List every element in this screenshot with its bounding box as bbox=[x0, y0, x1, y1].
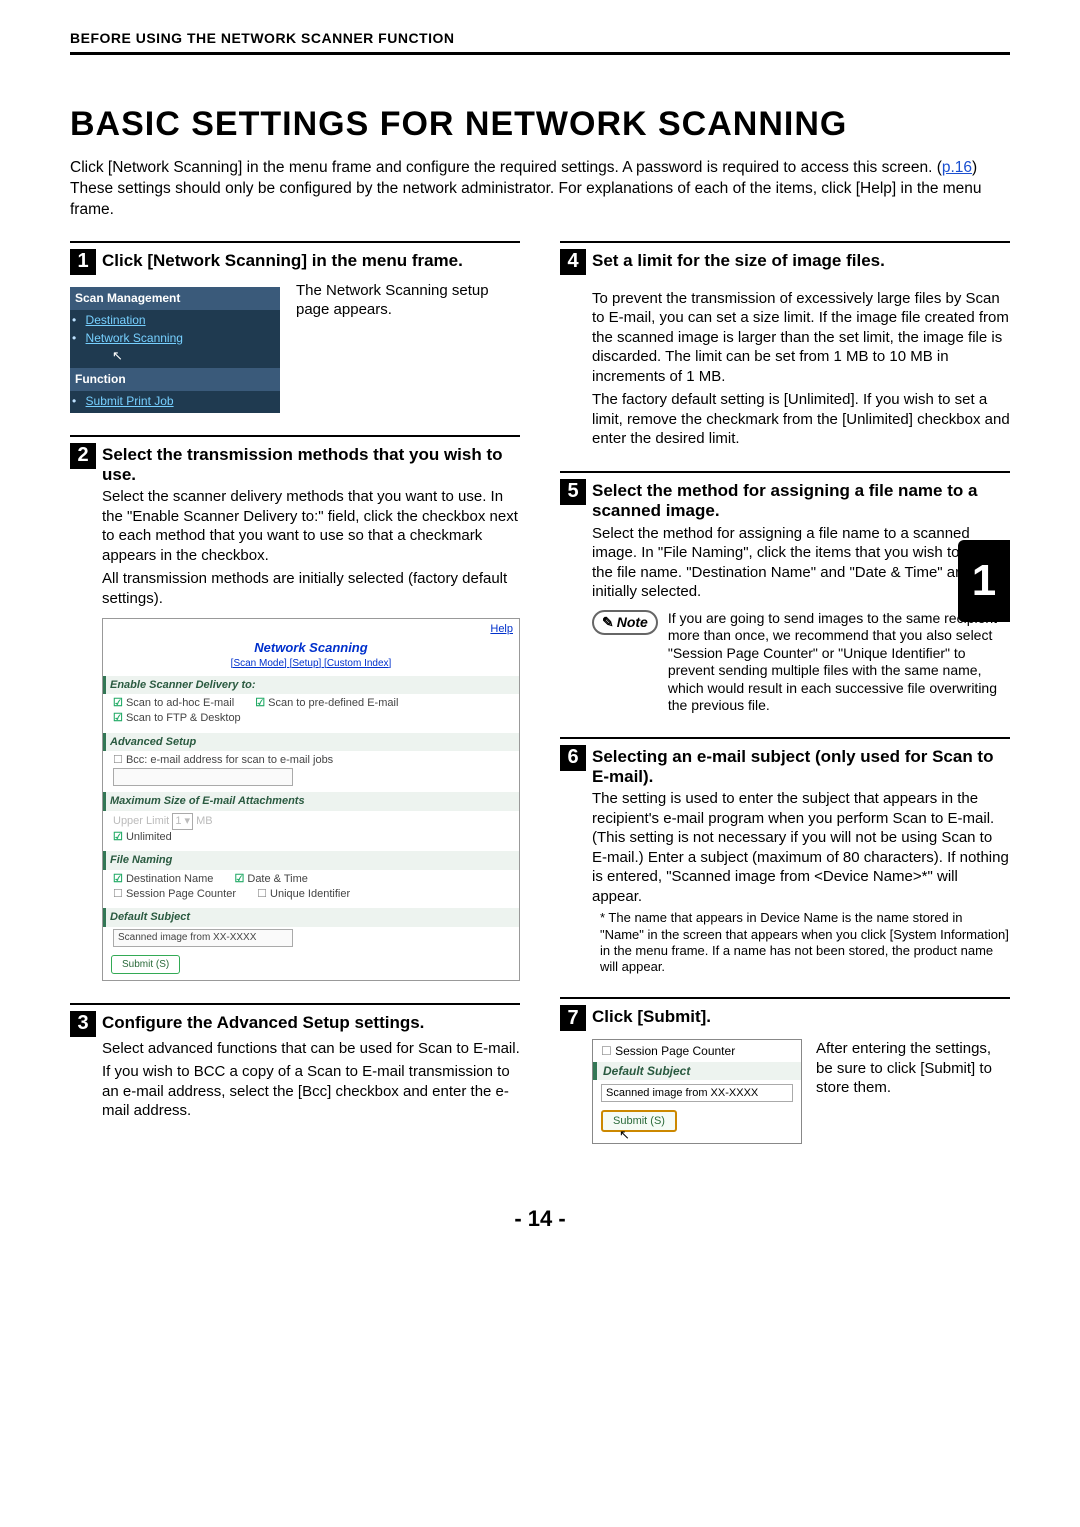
panel-title: Network Scanning bbox=[103, 640, 519, 657]
page-number: - 14 - bbox=[70, 1206, 1010, 1232]
step-4: 4 Set a limit for the size of image file… bbox=[560, 241, 1010, 449]
network-scanning-config-panel: Help Network Scanning [Scan Mode] [Setup… bbox=[102, 618, 520, 980]
step-4-number: 4 bbox=[560, 249, 586, 275]
step-2-para-1: Select the scanner delivery methods that… bbox=[102, 487, 520, 565]
step-6-para-1: The setting is used to enter the subject… bbox=[592, 789, 1010, 906]
panel-sublinks[interactable]: [Scan Mode] [Setup] [Custom Index] bbox=[103, 657, 519, 670]
note-badge: ✎Note bbox=[592, 610, 658, 635]
step-6-title: Selecting an e-mail subject (only used f… bbox=[592, 745, 1010, 788]
step-1-divider bbox=[70, 241, 520, 243]
cursor-icon: ↖ bbox=[112, 347, 278, 366]
checkbox-scan-adhoc-email[interactable]: ☑ Scan to ad-hoc E-mail bbox=[113, 697, 234, 709]
step-7: 7 Click [Submit]. ☐ Session Page Counter… bbox=[560, 997, 1010, 1144]
checkbox-destination-name[interactable]: ☑ Destination Name bbox=[113, 873, 213, 885]
step-6-number: 6 bbox=[560, 745, 586, 771]
step-7-divider bbox=[560, 997, 1010, 999]
step-3-para-2: If you wish to BCC a copy of a Scan to E… bbox=[102, 1062, 520, 1121]
step-3-divider bbox=[70, 1003, 520, 1005]
upper-limit-unit: MB bbox=[196, 815, 213, 827]
checkbox-scan-predefined-email[interactable]: ☑ Scan to pre-defined E-mail bbox=[255, 697, 398, 709]
step-6: 6 Selecting an e-mail subject (only used… bbox=[560, 737, 1010, 976]
note-label: Note bbox=[617, 614, 648, 630]
step-2-para-2: All transmission methods are initially s… bbox=[102, 569, 520, 608]
step-1-number: 1 bbox=[70, 249, 96, 275]
section-file-naming: File Naming bbox=[103, 851, 519, 869]
step-1: 1 Click [Network Scanning] in the menu f… bbox=[70, 241, 520, 413]
upper-limit-label: Upper Limit bbox=[113, 815, 169, 827]
menu-heading-function: Function bbox=[70, 368, 280, 391]
chapter-tab: 1 bbox=[958, 540, 1010, 622]
default-subject-input-small[interactable]: Scanned image from XX-XXXX bbox=[601, 1084, 793, 1102]
submit-region-screenshot: ☐ Session Page Counter Default Subject S… bbox=[592, 1039, 802, 1144]
step-2: 2 Select the transmission methods that y… bbox=[70, 435, 520, 981]
step-7-side-text: After entering the settings, be sure to … bbox=[816, 1039, 1010, 1098]
step-2-title: Select the transmission methods that you… bbox=[102, 443, 520, 486]
step-7-title: Click [Submit]. bbox=[592, 1005, 711, 1027]
step-2-divider bbox=[70, 435, 520, 437]
help-link[interactable]: Help bbox=[103, 619, 519, 639]
section-enable-delivery: Enable Scanner Delivery to: bbox=[103, 676, 519, 694]
checkbox-unlimited[interactable]: ☑ Unlimited bbox=[113, 831, 172, 843]
note-text: If you are going to send images to the s… bbox=[668, 610, 1010, 715]
checkbox-bcc[interactable]: ☐ Bcc: e-mail address for scan to e-mail… bbox=[113, 754, 333, 766]
checkbox-unique-identifier[interactable]: ☐ Unique Identifier bbox=[257, 888, 350, 900]
default-subject-input[interactable]: Scanned image from XX-XXXX bbox=[113, 929, 293, 947]
step-6-footnote: * The name that appears in Device Name i… bbox=[600, 910, 1010, 975]
step-7-number: 7 bbox=[560, 1005, 586, 1031]
menu-link-network-scanning[interactable]: Network Scanning bbox=[80, 331, 183, 345]
intro-paragraph: Click [Network Scanning] in the menu fra… bbox=[70, 158, 1010, 221]
cursor-icon: ↖ bbox=[619, 1132, 793, 1139]
intro-page-link[interactable]: p.16 bbox=[942, 159, 972, 176]
intro-text-a: Click [Network Scanning] in the menu fra… bbox=[70, 159, 942, 176]
section-default-subject: Default Subject bbox=[103, 908, 519, 926]
step-1-side-text: The Network Scanning setup page appears. bbox=[296, 277, 520, 320]
step-5-number: 5 bbox=[560, 479, 586, 505]
scan-management-menu: Scan Management Destination Network Scan… bbox=[70, 287, 280, 413]
menu-heading-scan-management: Scan Management bbox=[70, 287, 280, 310]
header-divider bbox=[70, 52, 1010, 55]
note-callout: ✎Note If you are going to send images to… bbox=[592, 610, 1010, 715]
step-2-number: 2 bbox=[70, 443, 96, 469]
section-default-subject-small: Default Subject bbox=[593, 1062, 801, 1080]
section-advanced-setup: Advanced Setup bbox=[103, 733, 519, 751]
step-6-divider bbox=[560, 737, 1010, 739]
step-4-para-2: The factory default setting is [Unlimite… bbox=[592, 390, 1010, 449]
step-3-para-1: Select advanced functions that can be us… bbox=[102, 1039, 520, 1059]
step-5-para-1: Select the method for assigning a file n… bbox=[592, 524, 1010, 602]
running-header: BEFORE USING THE NETWORK SCANNER FUNCTIO… bbox=[70, 30, 1010, 46]
step-4-para-1: To prevent the transmission of excessive… bbox=[592, 289, 1010, 387]
checkbox-scan-ftp-desktop[interactable]: ☑ Scan to FTP & Desktop bbox=[113, 712, 241, 724]
submit-button[interactable]: Submit (S) bbox=[111, 955, 180, 974]
checkbox-date-time[interactable]: ☑ Date & Time bbox=[234, 873, 307, 885]
bcc-address-input[interactable] bbox=[113, 768, 293, 786]
section-max-size: Maximum Size of E-mail Attachments bbox=[103, 792, 519, 810]
upper-limit-select[interactable]: 1 ▾ bbox=[172, 813, 193, 830]
page-title: BASIC SETTINGS FOR NETWORK SCANNING bbox=[70, 105, 1010, 144]
step-3-title: Configure the Advanced Setup settings. bbox=[102, 1011, 424, 1033]
step-5: 5 Select the method for assigning a file… bbox=[560, 471, 1010, 715]
step-3-number: 3 bbox=[70, 1011, 96, 1037]
checkbox-session-page-counter[interactable]: ☐ Session Page Counter bbox=[113, 888, 236, 900]
step-1-title: Click [Network Scanning] in the menu fra… bbox=[102, 249, 463, 271]
step-5-divider bbox=[560, 471, 1010, 473]
step-4-title: Set a limit for the size of image files. bbox=[592, 249, 885, 271]
checkbox-session-page-counter-small[interactable]: ☐ Session Page Counter bbox=[601, 1044, 735, 1058]
submit-button-highlighted[interactable]: Submit (S) bbox=[601, 1110, 677, 1132]
step-5-title: Select the method for assigning a file n… bbox=[592, 479, 1010, 522]
menu-link-submit-print-job[interactable]: Submit Print Job bbox=[80, 394, 174, 408]
step-3: 3 Configure the Advanced Setup settings.… bbox=[70, 1003, 520, 1121]
menu-link-destination[interactable]: Destination bbox=[80, 313, 146, 327]
step-4-divider bbox=[560, 241, 1010, 243]
pencil-icon: ✎ bbox=[602, 614, 614, 631]
